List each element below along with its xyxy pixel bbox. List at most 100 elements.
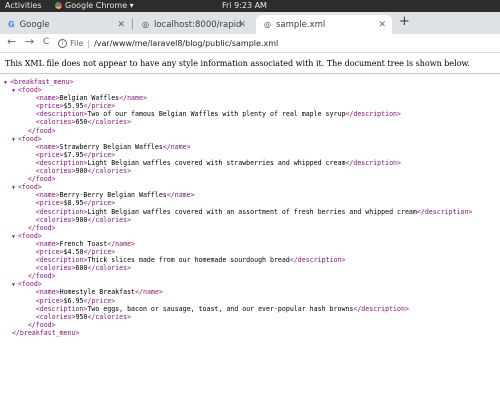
xml-tag: <breakfast_menu>	[10, 78, 74, 86]
system-top-bar: Activities Google Chrome ▾ Fri 9:23 AM	[0, 0, 500, 12]
xml-tag: <food>	[17, 134, 42, 143]
xml-tag: <description>	[35, 110, 88, 119]
xml-tag: </name>	[162, 142, 191, 151]
xml-tag: </calories>	[87, 264, 132, 273]
reload-icon[interactable]: C	[43, 37, 49, 47]
xml-tag: </description>	[345, 158, 401, 167]
tab-localhost[interactable]: ◎ localhost:8000/rapid ✕	[134, 15, 252, 34]
xml-description-line: <description>Thick slices made from our …	[4, 256, 472, 264]
tab-label: Google	[19, 19, 50, 30]
info-icon[interactable]: i	[58, 38, 67, 48]
url-text[interactable]: /var/www/me/laravel8/blog/public/sample.…	[94, 39, 278, 48]
xml-name-value: Belgian Waffles	[59, 94, 120, 103]
xml-description-value: Two eggs, bacon or sausage, toast, and o…	[87, 304, 354, 313]
scheme-label: File	[70, 38, 84, 48]
xml-tag: <calories>	[35, 264, 76, 273]
forward-arrow-icon[interactable]: →	[25, 35, 34, 48]
xml-tag: </name>	[135, 288, 163, 297]
xml-tag: <food>	[17, 86, 42, 95]
xml-tag: <food>	[17, 183, 42, 192]
xml-tag: </food>	[27, 320, 56, 329]
tab-strip: G Google ✕ ◎ localhost:8000/rapid ✕ ◎ sa…	[0, 12, 500, 34]
xml-tag: </food>	[27, 272, 56, 281]
xml-tag: </calories>	[87, 167, 132, 176]
xml-tag: <calories>	[35, 118, 76, 127]
xml-name-value: French Toast	[59, 239, 108, 248]
new-tab-button[interactable]: +	[399, 14, 410, 29]
xml-tag: <price>	[35, 247, 64, 256]
xml-price-line: <price>$5.95</price>	[4, 102, 472, 110]
xml-calories-value: 600	[75, 264, 88, 273]
xml-calories-line: <calories>600</calories>	[4, 264, 472, 272]
chrome-icon	[55, 2, 62, 9]
globe-favicon-icon: ◎	[264, 20, 271, 29]
xml-description-line: <description>Light Belgian waffles cover…	[4, 159, 472, 167]
clock[interactable]: Fri 9:23 AM	[222, 1, 267, 10]
xml-description-value: Light Belgian waffles covered with straw…	[87, 158, 346, 167]
xml-calories-value: 900	[75, 167, 88, 176]
browser-toolbar: ← → C i File | /var/www/me/laravel8/blog…	[0, 34, 500, 53]
xml-tag: </price>	[83, 150, 116, 159]
tab-google[interactable]: G Google ✕	[0, 15, 131, 34]
xml-document-tree: ▼ <breakfast_menu> ▼ <food> <name>Belgian …	[4, 78, 472, 337]
activities-button[interactable]: Activities	[5, 1, 42, 10]
tab-sample-xml[interactable]: ◎ sample.xml ✕	[256, 15, 392, 34]
xml-tag: </description>	[289, 256, 346, 265]
notice-text: This XML file does not appear to have an…	[5, 59, 470, 68]
xml-tag: </calories>	[87, 215, 132, 224]
xml-name-value: Berry-Berry Belgian Waffles	[59, 191, 167, 200]
close-tab-icon[interactable]: ✕	[117, 20, 125, 30]
xml-tag: <name>	[35, 142, 60, 151]
back-arrow-icon[interactable]: ←	[7, 35, 16, 48]
tab-label: sample.xml	[275, 19, 326, 30]
xml-description-value: Light Belgian waffles covered with an as…	[87, 207, 417, 216]
xml-description-line: <description>Two eggs, bacon or sausage,…	[4, 305, 472, 313]
xml-food-close: </food>	[4, 321, 472, 329]
xml-description-line: <description>Two of our famous Belgian W…	[4, 110, 472, 118]
xml-name-value: Homestyle Breakfast	[59, 288, 136, 297]
xml-calories-value: 950	[75, 312, 88, 321]
xml-description-value: Thick slices made from our homemade sour…	[87, 256, 290, 265]
xml-calories-line: <calories>950</calories>	[4, 313, 472, 321]
xml-tag: <description>	[35, 207, 88, 216]
xml-name-line: <name>Belgian Waffles</name>	[4, 94, 472, 102]
xml-calories-value: 900	[75, 215, 88, 224]
xml-tag: </price>	[83, 296, 116, 305]
xml-root-open: ▼ <breakfast_menu>	[4, 78, 472, 86]
xml-price-line: <price>$4.50</price>	[4, 248, 472, 256]
xml-price-line: <price>$8.95</price>	[4, 199, 472, 207]
globe-favicon-icon: ◎	[142, 20, 149, 29]
xml-description-value: Two of our famous Belgian Waffles with p…	[87, 110, 346, 119]
close-tab-icon[interactable]: ✕	[238, 20, 246, 30]
xml-tag: <calories>	[35, 215, 76, 224]
xml-style-notice: This XML file does not appear to have an…	[0, 53, 500, 74]
xml-tag: </price>	[83, 199, 116, 208]
xml-tag: <price>	[35, 150, 64, 159]
xml-tag: </price>	[83, 247, 116, 256]
xml-tag: <name>	[35, 288, 60, 297]
xml-food-open: ▼ <food>	[4, 86, 472, 94]
xml-tag: </description>	[416, 207, 473, 216]
xml-food-close: </food>	[4, 224, 472, 232]
app-menu[interactable]: Google Chrome ▾	[55, 1, 134, 10]
xml-tag: </description>	[353, 304, 409, 313]
scheme-separator: |	[87, 38, 91, 48]
xml-food-close: </food>	[4, 272, 472, 280]
xml-price-line: <price>$7.95</price>	[4, 151, 472, 159]
xml-tag: </name>	[119, 94, 147, 103]
xml-tag: </name>	[107, 239, 136, 248]
xml-price-line: <price>$6.95</price>	[4, 297, 472, 305]
xml-description-line: <description>Light Belgian waffles cover…	[4, 207, 473, 216]
xml-name-line: <name>Homestyle Breakfast</name>	[4, 288, 472, 296]
xml-calories-line: <calories>650</calories>	[4, 118, 472, 126]
xml-name-line: <name>Strawberry Belgian Waffles</name>	[4, 143, 472, 151]
close-tab-icon[interactable]: ✕	[378, 20, 386, 30]
xml-tag: <description>	[35, 304, 88, 313]
xml-tag: <name>	[35, 239, 60, 248]
xml-tag: <name>	[35, 191, 60, 200]
xml-tag: <calories>	[35, 312, 76, 321]
address-bar[interactable]: i File | /var/www/me/laravel8/blog/publi…	[58, 35, 278, 51]
xml-tag: </food>	[27, 175, 56, 184]
xml-tag: <description>	[35, 158, 88, 167]
xml-food-close: </food>	[4, 175, 472, 183]
